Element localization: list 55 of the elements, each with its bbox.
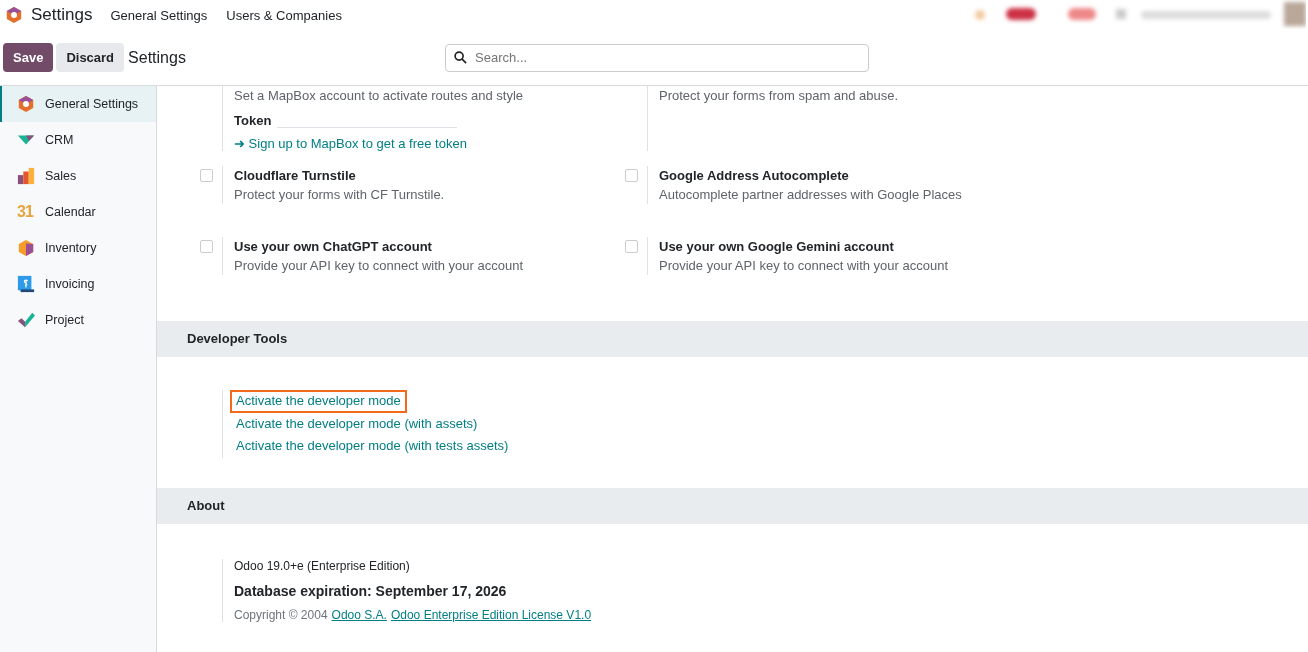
copyright-text: Copyright © 2004 <box>234 607 328 622</box>
form-button[interactable]: Save <box>3 43 54 72</box>
checkbox[interactable] <box>200 240 213 253</box>
section-header: Developer Tools <box>157 321 1308 357</box>
form-button[interactable]: Discard <box>56 43 125 72</box>
search-field[interactable]: Search... <box>445 43 870 72</box>
menu-item[interactable]: General Settings <box>110 7 208 23</box>
setting-description: Autocomplete partner addresses with Google Places <box>659 186 962 204</box>
sidebar-item[interactable]: Inventory <box>0 230 156 266</box>
sidebar-item[interactable]: CRM <box>0 122 156 158</box>
section-header: About <box>157 487 1308 524</box>
setting-title: Google Address Autocomplete <box>659 167 850 185</box>
setting-title: Use your own ChatGPT account <box>234 238 433 256</box>
setting-description: Set a MapBox account to activate routes and style <box>234 87 524 105</box>
sidebar-item[interactable]: 31 Calendar <box>0 194 156 230</box>
footer-link[interactable]: Odoo Enterprise Edition License V1.0 <box>390 607 592 622</box>
sidebar-label: Sales <box>45 169 77 183</box>
bar-chart-icon <box>17 167 35 185</box>
app-title[interactable]: Settings <box>31 5 93 25</box>
sidebar-label: General Settings <box>45 97 139 111</box>
checkbox[interactable] <box>625 240 638 253</box>
expiration-text: Database expiration: September 17, 2026 <box>234 582 508 599</box>
setting-description: Protect your forms from spam and abuse. <box>659 87 899 105</box>
setting-description: Protect your forms with CF Turnstile. <box>234 186 445 204</box>
checkmark-icon <box>17 311 35 329</box>
breadcrumb: Settings <box>128 48 187 67</box>
sidebar-item[interactable]: Sales <box>0 158 156 194</box>
developer-mode-link[interactable]: Activate the developer mode <box>230 390 407 413</box>
footer-link[interactable]: Odoo S.A. <box>331 607 387 622</box>
version-text: Odoo 19.0+e (Enterprise Edition) <box>234 558 411 573</box>
sidebar-label: Calendar <box>45 205 96 219</box>
developer-mode-link[interactable]: Activate the developer mode (with assets) <box>230 412 484 435</box>
setting-title: Cloudflare Turnstile <box>234 167 357 185</box>
setting-description: Provide your API key to connect with your account <box>234 257 524 275</box>
sidebar-item[interactable]: General Settings <box>0 86 156 122</box>
calendar-icon: 31 <box>17 203 35 221</box>
app-logo-icon[interactable] <box>5 6 23 24</box>
box-icon <box>17 239 35 257</box>
invoice-icon <box>17 275 35 293</box>
setting-description: Provide your API key to connect with your account <box>659 257 949 275</box>
developer-mode-link[interactable]: Activate the developer mode (with tests assets) <box>230 435 515 458</box>
search-icon <box>454 50 468 64</box>
field-label: Token <box>234 113 272 128</box>
sidebar-label: Inventory <box>45 241 97 255</box>
signup-link[interactable]: ➜ Sign up to MapBox to get a free token <box>234 136 524 151</box>
setting-title: Use your own Google Gemini account <box>659 238 895 256</box>
menu-item[interactable]: Users & Companies <box>226 7 342 23</box>
sidebar-item[interactable]: Project <box>0 302 156 338</box>
sidebar-label: Project <box>45 313 84 327</box>
checkbox[interactable] <box>200 169 213 182</box>
checkbox[interactable] <box>625 169 638 182</box>
hexagon-icon <box>17 95 35 113</box>
sidebar-label: Invoicing <box>45 277 95 291</box>
sidebar-item[interactable]: Invoicing <box>0 266 156 302</box>
sidebar-label: CRM <box>45 133 74 147</box>
